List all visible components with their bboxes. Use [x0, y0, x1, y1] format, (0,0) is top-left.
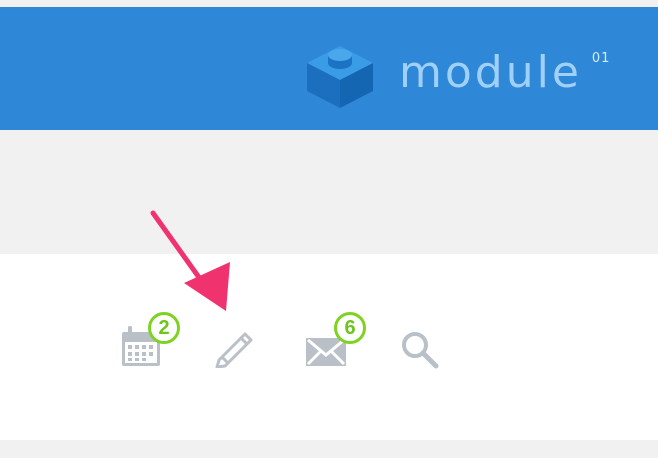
- calendar-button[interactable]: 2: [120, 312, 184, 368]
- brand-version: 01: [591, 51, 611, 66]
- mail-button[interactable]: 6: [304, 312, 374, 368]
- search-button[interactable]: [400, 330, 440, 370]
- search-icon: [402, 332, 439, 369]
- content-band: [0, 130, 658, 254]
- brand-name: module: [399, 47, 582, 98]
- header-bar: module 01: [0, 7, 658, 130]
- toolbar: 2 6: [0, 254, 658, 440]
- mail-badge: 6: [334, 312, 366, 344]
- edit-button[interactable]: [213, 330, 255, 368]
- brand[interactable]: module 01: [305, 44, 610, 110]
- bottom-strip: [0, 440, 658, 458]
- cube-brick-icon: [307, 46, 373, 108]
- calendar-badge: 2: [148, 312, 180, 344]
- pencil-icon: [215, 332, 253, 368]
